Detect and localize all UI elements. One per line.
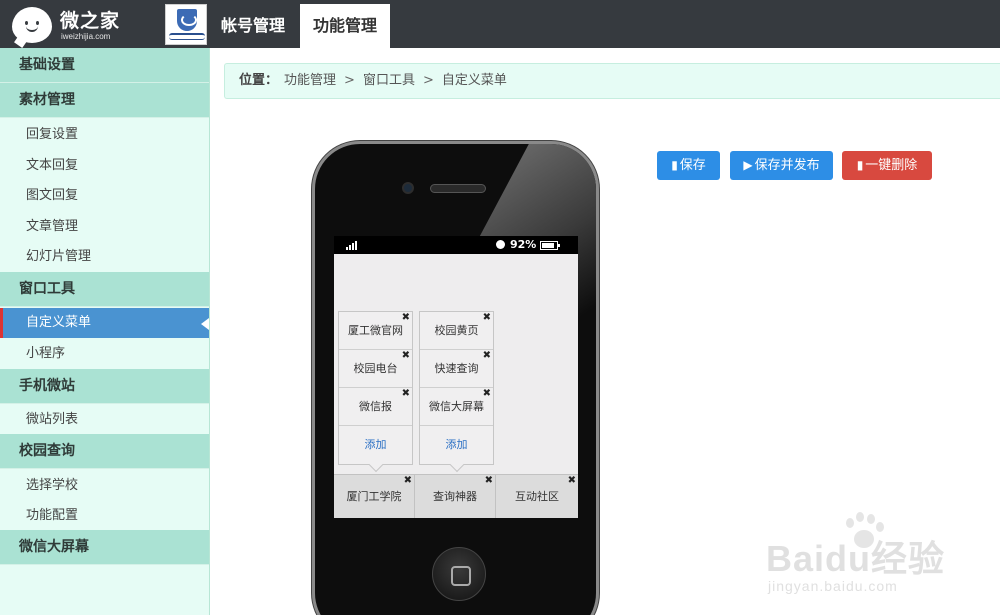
main-menu-item[interactable]: 互动社区 ✖ — [496, 475, 578, 518]
close-icon[interactable]: ✖ — [402, 351, 410, 361]
delete-all-button[interactable]: ▮ 一键删除 — [842, 151, 932, 180]
sidebar-item-article-management[interactable]: 文章管理 — [0, 212, 209, 242]
close-icon[interactable]: ✖ — [402, 313, 410, 323]
clock-icon — [496, 240, 505, 249]
watermark-text: Baidu经验 — [766, 538, 946, 579]
save-and-publish-button-label: 保存并发布 — [754, 158, 820, 173]
breadcrumb-label: 位置： — [239, 73, 279, 88]
breadcrumb-separator: > — [422, 73, 434, 88]
submenu-column-2: 校园黄页 ✖ 快速查询 ✖ 微信大屏幕 ✖ 添加 — [419, 311, 494, 465]
app-logo[interactable]: 微之家 iweizhijia.com — [12, 6, 152, 44]
watermark-url: jingyan.baidu.com — [768, 578, 898, 594]
sidebar-item-site-list[interactable]: 微站列表 — [0, 405, 209, 435]
sidebar-item-reply-settings[interactable]: 回复设置 — [0, 120, 209, 150]
tab-function-management[interactable]: 功能管理 — [300, 4, 390, 48]
submenu-item-label: 校园电台 — [353, 362, 398, 375]
breadcrumb-item-custom-menu: 自定义菜单 — [441, 73, 507, 88]
sidebar-section-wechat-big-screen[interactable]: 微信大屏幕 — [0, 530, 209, 565]
submenu-column-1: 厦工微官网 ✖ 校园电台 ✖ 微信报 ✖ 添加 — [338, 311, 413, 465]
camera-icon — [402, 182, 414, 194]
main-menu-item[interactable]: 厦门工学院 ✖ — [334, 475, 415, 518]
battery-percent: 92% — [510, 238, 537, 251]
logo-title: 微之家 — [60, 10, 121, 32]
submenu-item-label: 微信大屏幕 — [429, 400, 484, 413]
add-submenu-button[interactable]: 添加 — [339, 426, 412, 464]
close-icon[interactable]: ✖ — [402, 389, 410, 399]
trash-icon: ▮ — [856, 158, 864, 172]
close-icon[interactable]: ✖ — [483, 389, 491, 399]
top-nav-bar: 微之家 iweizhijia.com 帐号管理 功能管理 — [0, 0, 1000, 48]
signal-icon — [346, 241, 360, 250]
logo-subtitle: iweizhijia.com — [61, 32, 111, 41]
home-button-icon — [432, 547, 486, 601]
breadcrumb-separator: > — [344, 73, 355, 88]
sidebar-item-select-school[interactable]: 选择学校 — [0, 471, 209, 501]
close-icon[interactable]: ✖ — [485, 476, 493, 486]
baidu-watermark: Baidu经验 jingyan.baidu.com — [760, 512, 980, 602]
submenu-item-label: 校园黄页 — [434, 324, 479, 337]
logo-bubble-icon — [12, 7, 52, 43]
phone-status-bar: 92% — [334, 236, 578, 254]
breadcrumb-item-function-management[interactable]: 功能管理 — [284, 73, 336, 88]
save-and-publish-button[interactable]: ▶ 保存并发布 — [730, 151, 833, 180]
submenu-item[interactable]: 微信报 ✖ — [339, 388, 412, 426]
submenu-item[interactable]: 厦工微官网 ✖ — [339, 312, 412, 350]
main-menu-item[interactable]: 查询神器 ✖ — [415, 475, 496, 518]
submenu-item-label: 微信报 — [359, 400, 392, 413]
megaphone-icon: ▶ — [743, 158, 753, 172]
school-emblem-icon — [177, 9, 197, 31]
sidebar-section-materials[interactable]: 素材管理 — [0, 83, 209, 118]
sidebar-section-basic-settings[interactable]: 基础设置 — [0, 48, 209, 83]
submenu-item[interactable]: 校园电台 ✖ — [339, 350, 412, 388]
sidebar-item-mini-program[interactable]: 小程序 — [0, 339, 209, 369]
close-icon[interactable]: ✖ — [568, 476, 576, 486]
phone-main-menu: 厦门工学院 ✖ 查询神器 ✖ 互动社区 ✖ — [334, 474, 578, 518]
sidebar-section-window-tools[interactable]: 窗口工具 — [0, 272, 209, 307]
sidebar-item-image-text-reply[interactable]: 图文回复 — [0, 181, 209, 211]
close-icon[interactable]: ✖ — [404, 476, 412, 486]
main-menu-item-label: 查询神器 — [433, 490, 477, 503]
breadcrumb-item-window-tools[interactable]: 窗口工具 — [363, 73, 415, 88]
school-logo — [165, 4, 207, 45]
breadcrumb: 位置： 功能管理 > 窗口工具 > 自定义菜单 — [224, 63, 1000, 99]
submenu-item-label: 厦工微官网 — [348, 324, 403, 337]
tab-account-management[interactable]: 帐号管理 — [210, 4, 296, 48]
sidebar-item-text-reply[interactable]: 文本回复 — [0, 151, 209, 181]
sidebar-item-slideshow-management[interactable]: 幻灯片管理 — [0, 242, 209, 272]
sidebar-item-function-config[interactable]: 功能配置 — [0, 501, 209, 531]
save-button[interactable]: ▮ 保存 — [657, 151, 720, 180]
speaker-icon — [430, 184, 486, 193]
main-menu-item-label: 厦门工学院 — [346, 490, 402, 503]
close-icon[interactable]: ✖ — [483, 351, 491, 361]
submenu-item-label: 快速查询 — [434, 362, 479, 375]
main-menu-item-label: 互动社区 — [515, 490, 559, 503]
sidebar-section-mobile-site[interactable]: 手机微站 — [0, 369, 209, 404]
add-submenu-button[interactable]: 添加 — [420, 426, 493, 464]
delete-all-button-label: 一键删除 — [865, 158, 918, 173]
sidebar-item-custom-menu[interactable]: 自定义菜单 — [0, 308, 209, 338]
sidebar-section-campus-query[interactable]: 校园查询 — [0, 434, 209, 469]
save-button-label: 保存 — [679, 158, 706, 173]
close-icon[interactable]: ✖ — [483, 313, 491, 323]
submenu-item[interactable]: 校园黄页 ✖ — [420, 312, 493, 350]
battery-icon — [540, 241, 560, 250]
submenu-item[interactable]: 微信大屏幕 ✖ — [420, 388, 493, 426]
folder-icon: ▮ — [671, 158, 678, 172]
submenu-item[interactable]: 快速查询 ✖ — [420, 350, 493, 388]
sidebar: 基础设置 素材管理 回复设置 文本回复 图文回复 文章管理 幻灯片管理 窗口工具… — [0, 48, 210, 615]
